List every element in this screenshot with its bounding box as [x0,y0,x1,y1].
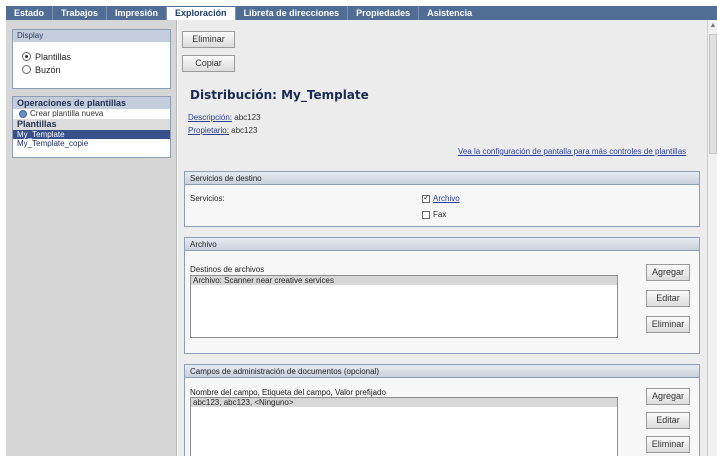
create-template-label: Crear plantilla nueva [30,109,104,118]
owner-row: Propietario: abc123 [188,126,257,135]
fields-section: Campos de administración de documentos (… [184,364,700,456]
fields-section-title: Campos de administración de documentos (… [185,365,699,378]
screen-config-link[interactable]: Vea la configuración de pantalla para má… [458,147,686,156]
radio-plantillas-label: Plantillas [35,51,72,62]
delete-template-button[interactable]: Eliminar [182,31,235,48]
display-title: Display [13,30,170,42]
tab-asistencia[interactable]: Asistencia [418,6,480,20]
radio-on-icon[interactable] [22,52,31,61]
tab-libreta-de-direcciones[interactable]: Libreta de direcciones [234,6,348,20]
owner-value: abc123 [231,126,258,135]
fax-checkbox-row[interactable]: Fax [422,210,446,219]
fields-delete-button[interactable]: Eliminar [646,436,690,453]
archive-add-button[interactable]: Agregar [646,264,690,281]
page-title: Distribución: My_Template [190,88,369,102]
services-section: Servicios de destino Servicios: Archivo … [184,171,700,227]
archive-list-label: Destinos de archivos [190,265,265,274]
create-template-link[interactable]: Crear plantilla nueva [13,109,170,119]
fax-service-label: Fax [433,210,447,219]
radio-plantillas[interactable]: Plantillas [13,50,170,63]
templates-title: Plantillas [13,119,170,130]
radio-buzon-label: Buzón [35,64,61,75]
fields-edit-button[interactable]: Editar [646,412,690,429]
fields-add-button[interactable]: Agregar [646,388,690,405]
template-item-my-template-copie[interactable]: My_Template_copie [13,139,170,148]
fields-list-label: Nombre del campo, Etiqueta del campo, Va… [190,388,386,397]
archive-delete-button[interactable]: Eliminar [646,316,690,333]
tab-impresion[interactable]: Impresión [106,6,166,20]
tab-exploracion[interactable]: Exploración [166,6,235,20]
radio-off-icon[interactable] [22,65,31,74]
list-item[interactable]: abc123, abc123, <Ninguno> [191,398,617,407]
vertical-scrollbar[interactable]: ▲ [707,20,717,456]
scroll-thumb[interactable] [709,34,717,154]
scroll-up-arrow-icon[interactable]: ▲ [709,22,717,30]
top-tab-bar: Estado Trabajos Impresión Exploración Li… [0,0,717,20]
display-box: Display Plantillas Buzón [12,29,171,89]
archive-section: Archivo Destinos de archivos Archivo: Sc… [184,237,700,354]
copy-template-button[interactable]: Copiar [182,55,235,72]
description-value: abc123 [234,113,261,122]
description-label[interactable]: Descripción: [188,113,232,122]
archive-destinations-list[interactable]: Archivo: Scanner near creative services [190,275,618,338]
archive-service-link[interactable]: Archivo [433,194,460,203]
template-item-my-template[interactable]: My_Template [13,130,170,139]
services-label: Servicios: [190,194,225,203]
list-item[interactable]: Archivo: Scanner near creative services [191,276,617,285]
template-ops-box: Operaciones de plantillas Crear plantill… [12,96,171,158]
fields-list[interactable]: abc123, abc123, <Ninguno> [190,397,618,456]
owner-label[interactable]: Propietario: [188,126,229,135]
archive-edit-button[interactable]: Editar [646,290,690,307]
services-section-title: Servicios de destino [185,172,699,185]
template-ops-title: Operaciones de plantillas [13,97,170,109]
tab-strip: Estado Trabajos Impresión Exploración Li… [6,6,717,20]
gear-icon [19,110,27,118]
radio-buzon[interactable]: Buzón [13,63,170,76]
checked-box-icon[interactable] [422,193,430,203]
tab-propiedades[interactable]: Propiedades [347,6,418,20]
unchecked-box-icon[interactable] [422,210,430,219]
archive-section-title: Archivo [185,238,699,251]
archive-checkbox-row[interactable]: Archivo [422,193,460,203]
description-row: Descripción: abc123 [188,113,261,122]
tab-estado[interactable]: Estado [6,6,52,20]
tab-trabajos[interactable]: Trabajos [52,6,106,20]
main-content: Eliminar Copiar Distribución: My_Templat… [178,20,707,456]
left-panel: Display Plantillas Buzón Operaciones de … [6,20,177,456]
